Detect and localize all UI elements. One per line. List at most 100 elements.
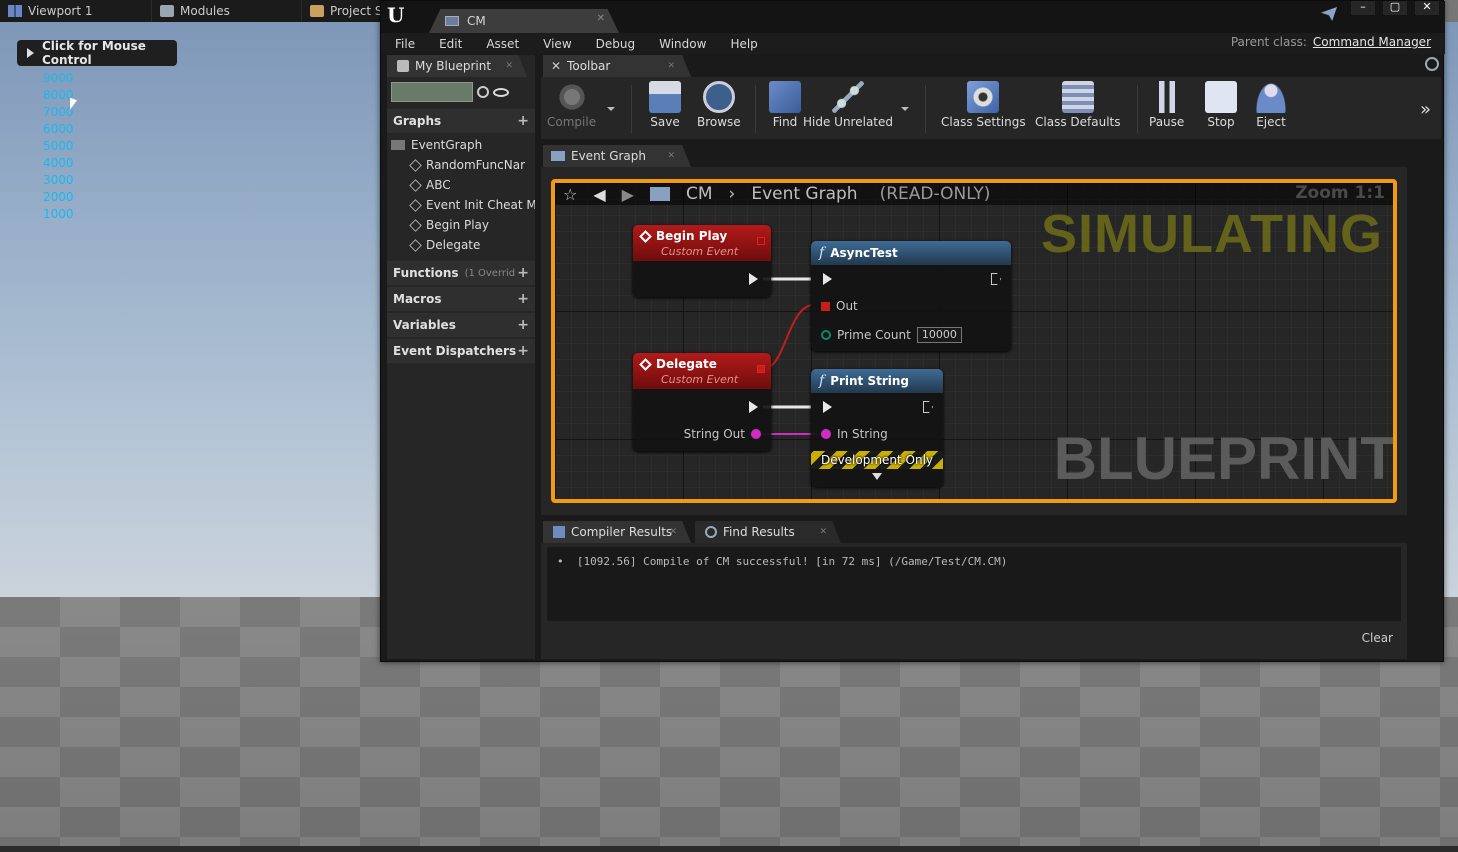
window-controls: – ▢ ✕	[1351, 1, 1439, 15]
class-defaults-button[interactable]: Class Defaults	[1035, 81, 1120, 129]
tree-item[interactable]: RandomFuncNar	[387, 155, 535, 175]
close-icon[interactable]: ✕	[667, 61, 675, 71]
browse-button[interactable]: Browse	[697, 81, 741, 129]
tab-event-graph[interactable]: Event Graph ✕	[543, 145, 691, 167]
close-icon[interactable]: ✕	[667, 151, 675, 161]
menu-asset[interactable]: Asset	[472, 37, 529, 51]
maximize-button[interactable]: ▢	[1383, 1, 1407, 15]
delegate-pin-icon	[821, 301, 830, 311]
tree-item-label: Delegate	[426, 238, 481, 252]
node-delegate[interactable]: Delegate Custom Event String Out	[633, 353, 771, 451]
add-graph-button[interactable]: +	[517, 113, 529, 129]
minimize-button[interactable]: –	[1351, 1, 1375, 15]
tree-item[interactable]: Begin Play	[387, 215, 535, 235]
tab-toolbar[interactable]: ✕ Toolbar ✕	[543, 55, 691, 77]
exec-out-pin[interactable]	[991, 273, 1001, 285]
bullet: •	[557, 555, 577, 568]
menu-window[interactable]: Window	[645, 37, 716, 51]
debug-number: 7000	[43, 105, 74, 119]
string-out-pin[interactable]: String Out	[684, 427, 761, 441]
prime-count-pin[interactable]: Prime Count 10000	[821, 327, 962, 343]
blueprint-editor-window: U CM ✕ – ▢ ✕ File Edit Asset View Debug …	[380, 0, 1445, 662]
exec-out-pin[interactable]	[749, 273, 758, 285]
eye-icon[interactable]	[493, 87, 509, 97]
section-event-dispatchers[interactable]: Event Dispatchers +	[387, 339, 535, 363]
node-async-test[interactable]: f AsyncTest Out Prime Count 10000	[811, 241, 1011, 351]
graph-tree: EventGraph RandomFuncNar ABC Event Init …	[387, 133, 535, 259]
tab-viewport[interactable]: Viewport 1	[0, 0, 152, 22]
tab-compiler-results[interactable]: Compiler Results ✕	[543, 521, 691, 543]
add-dispatcher-button[interactable]: +	[517, 343, 529, 359]
event-icon	[409, 178, 422, 192]
tree-item[interactable]: Delegate	[387, 235, 535, 255]
in-string-pin[interactable]: In String	[821, 427, 888, 441]
search-icon[interactable]	[477, 86, 489, 98]
prime-count-input[interactable]: 10000	[916, 327, 962, 343]
exec-out-pin[interactable]	[749, 401, 758, 413]
editor-tab-bar: Viewport 1 Modules Project S	[0, 0, 382, 22]
compile-label: Compile	[547, 115, 597, 129]
tree-item-eventgraph[interactable]: EventGraph	[387, 135, 535, 155]
tab-find-results[interactable]: Find Results ✕	[695, 521, 841, 543]
menu-file[interactable]: File	[381, 37, 425, 51]
section-macros[interactable]: Macros +	[387, 287, 535, 311]
menu-edit[interactable]: Edit	[425, 37, 472, 51]
tab-project[interactable]: Project S	[302, 0, 382, 22]
exec-out-pin[interactable]	[923, 401, 933, 413]
add-function-button[interactable]: +	[517, 265, 529, 281]
chevron-down-icon[interactable]	[607, 107, 615, 111]
expand-node-icon[interactable]	[872, 473, 882, 480]
parent-class-link[interactable]: Command Manager	[1313, 35, 1431, 49]
tree-item[interactable]: ABC	[387, 175, 535, 195]
compiler-results-panel: • [1092.56] Compile of CM successful! [i…	[541, 543, 1407, 659]
tab-modules[interactable]: Modules	[152, 0, 302, 22]
stop-button[interactable]: Stop	[1205, 81, 1237, 129]
section-variables[interactable]: Variables +	[387, 313, 535, 337]
event-icon	[409, 238, 422, 252]
exec-in-pin[interactable]	[823, 273, 832, 285]
hide-unrelated-button[interactable]: Hide Unrelated	[803, 81, 893, 129]
tab-label: Find Results	[723, 525, 795, 539]
event-graph-canvas[interactable]: ☆ ◀ ▶ CM › Event Graph (READ-ONLY) Zoom …	[551, 179, 1397, 503]
search-input[interactable]	[391, 82, 473, 102]
save-button[interactable]: Save	[649, 81, 681, 129]
menu-debug[interactable]: Debug	[582, 37, 645, 51]
eject-button[interactable]: Eject	[1255, 81, 1287, 129]
chevron-double-right-icon[interactable]: »	[1420, 99, 1431, 120]
pause-button[interactable]: Pause	[1149, 81, 1184, 129]
feedback-icon[interactable]	[1321, 7, 1337, 21]
add-variable-button[interactable]: +	[517, 317, 529, 333]
functions-override-count: (1 Overrid	[464, 267, 516, 279]
compile-button[interactable]: Compile	[547, 81, 596, 129]
delegate-pin[interactable]	[757, 365, 765, 373]
section-graphs[interactable]: Graphs +	[387, 109, 535, 133]
close-icon[interactable]: ✕	[505, 61, 513, 71]
out-pin[interactable]: Out	[821, 299, 858, 313]
chevron-down-icon[interactable]	[901, 107, 909, 111]
mouse-control-button[interactable]: Click for Mouse Control	[17, 39, 177, 67]
node-print-string[interactable]: f Print String In String Development Onl…	[811, 369, 943, 487]
exec-in-pin[interactable]	[823, 401, 832, 413]
function-icon: f	[819, 245, 825, 261]
inspect-icon[interactable]	[1425, 57, 1439, 71]
pin-label: In String	[837, 427, 888, 441]
node-begin-play[interactable]: Begin Play Custom Event	[633, 225, 771, 297]
document-tab[interactable]: CM ✕	[429, 9, 619, 33]
delegate-pin[interactable]	[757, 237, 765, 245]
find-button[interactable]: Find	[769, 81, 801, 129]
class-settings-button[interactable]: Class Settings	[941, 81, 1026, 129]
menu-view[interactable]: View	[529, 37, 581, 51]
add-macro-button[interactable]: +	[517, 291, 529, 307]
tree-item[interactable]: Event Init Cheat M	[387, 195, 535, 215]
clear-button[interactable]: Clear	[1362, 631, 1393, 645]
close-icon[interactable]: ✕	[597, 13, 605, 24]
my-blueprint-panel: My Blueprint ✕ Graphs + EventGraph Rando…	[387, 55, 535, 659]
close-window-button[interactable]: ✕	[1415, 1, 1439, 15]
section-functions[interactable]: Functions (1 Overrid +	[387, 261, 535, 285]
tab-my-blueprint[interactable]: My Blueprint ✕	[387, 55, 527, 77]
menu-help[interactable]: Help	[716, 37, 767, 51]
close-icon[interactable]: ✕	[819, 527, 827, 537]
eject-label: Eject	[1256, 115, 1286, 129]
separator	[925, 85, 926, 133]
close-icon[interactable]: ✕	[669, 527, 677, 537]
